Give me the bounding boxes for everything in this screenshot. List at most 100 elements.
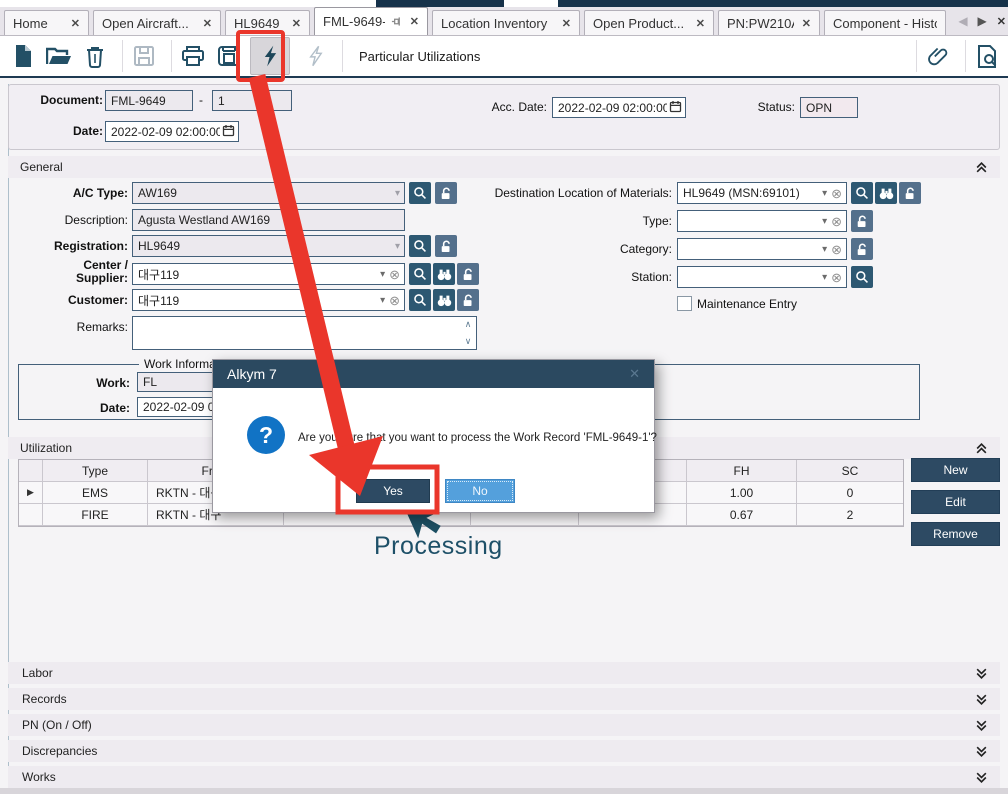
section-works[interactable]: Works bbox=[8, 766, 1000, 788]
clear-icon[interactable]: ⊗ bbox=[831, 243, 846, 256]
tab-scroll-right-icon[interactable]: ▶ bbox=[978, 14, 987, 28]
dialog-title-bar[interactable]: Alkym 7 ✕ bbox=[213, 360, 654, 388]
report-preview-button[interactable] bbox=[972, 41, 1002, 71]
customer-search-button[interactable] bbox=[409, 289, 431, 311]
tab-pn-pw210a[interactable]: PN:PW210A ✕ bbox=[718, 10, 820, 35]
column-header-type[interactable]: Type bbox=[43, 460, 148, 481]
chevron-down-icon[interactable]: ▾ bbox=[818, 216, 831, 227]
category-combo[interactable]: ▾ ⊗ bbox=[677, 238, 847, 260]
center-supplier-search-button[interactable] bbox=[409, 263, 431, 285]
center-supplier-combo[interactable]: 대구119 ▾ ⊗ bbox=[132, 263, 405, 285]
general-section-header[interactable]: General bbox=[8, 156, 1000, 178]
description-field[interactable] bbox=[132, 209, 405, 231]
clear-icon[interactable]: ⊗ bbox=[831, 187, 846, 200]
expand-section-icon[interactable] bbox=[975, 719, 988, 732]
tab-open-product[interactable]: Open Product... ✕ bbox=[584, 10, 714, 35]
customer-lock-button[interactable] bbox=[457, 289, 479, 311]
chevron-down-icon[interactable]: ▾ bbox=[391, 188, 404, 199]
collapse-section-icon[interactable] bbox=[975, 442, 988, 455]
destination-search-button[interactable] bbox=[851, 182, 873, 204]
edit-button[interactable]: Edit bbox=[911, 490, 1000, 514]
tab-close-icon[interactable]: ✕ bbox=[802, 17, 811, 30]
remarks-scrollbar[interactable]: ∧ ∨ bbox=[461, 318, 475, 348]
pin-icon[interactable] bbox=[391, 16, 402, 27]
tab-close-icon[interactable]: ✕ bbox=[71, 17, 80, 30]
clear-icon[interactable]: ⊗ bbox=[389, 268, 404, 281]
tab-fml-9649-1[interactable]: FML-9649-1 ✕ bbox=[314, 7, 428, 35]
tab-close-icon[interactable]: ✕ bbox=[410, 15, 419, 28]
chevron-down-icon[interactable]: ▾ bbox=[391, 241, 404, 252]
registration-search-button[interactable] bbox=[409, 235, 431, 257]
chevron-down-icon[interactable]: ▾ bbox=[818, 272, 831, 283]
tab-scroll-left-icon[interactable]: ◀ bbox=[958, 14, 967, 28]
column-header-selector bbox=[19, 460, 43, 481]
tab-close-icon[interactable]: ✕ bbox=[696, 17, 705, 30]
calendar-icon[interactable] bbox=[222, 124, 236, 138]
section-records[interactable]: Records bbox=[8, 688, 1000, 710]
tab-location-inventory[interactable]: Location Inventory ✕ bbox=[432, 10, 580, 35]
status-field[interactable] bbox=[800, 97, 858, 118]
calendar-icon[interactable] bbox=[669, 100, 683, 114]
column-header-sc[interactable]: SC bbox=[797, 460, 903, 481]
delete-button[interactable] bbox=[80, 41, 110, 71]
acc-date-field[interactable] bbox=[552, 97, 686, 118]
chevron-down-icon[interactable]: ▾ bbox=[376, 295, 389, 306]
print-preview-button[interactable] bbox=[214, 41, 244, 71]
clear-icon[interactable]: ⊗ bbox=[389, 294, 404, 307]
section-pn-on-off[interactable]: PN (On / Off) bbox=[8, 714, 1000, 736]
tab-hl9649[interactable]: HL9649 ✕ bbox=[225, 10, 310, 35]
attachments-button[interactable] bbox=[923, 41, 953, 71]
remove-button[interactable]: Remove bbox=[911, 522, 1000, 546]
unprocess-button[interactable] bbox=[300, 41, 330, 71]
tab-list-close-icon[interactable]: ✕ bbox=[997, 15, 1006, 28]
document-revision-field[interactable] bbox=[212, 90, 292, 111]
tab-close-icon[interactable]: ✕ bbox=[562, 17, 571, 30]
document-number-field[interactable] bbox=[105, 90, 193, 111]
remarks-field[interactable] bbox=[135, 318, 460, 348]
dialog-close-icon[interactable]: ✕ bbox=[629, 366, 640, 382]
tab-home[interactable]: Home ✕ bbox=[4, 10, 89, 35]
chevron-down-icon[interactable]: ▾ bbox=[818, 244, 831, 255]
ac-type-search-button[interactable] bbox=[409, 182, 431, 204]
chevron-down-icon[interactable]: ▾ bbox=[376, 269, 389, 280]
process-button[interactable] bbox=[250, 37, 290, 75]
type-combo[interactable]: ▾ ⊗ bbox=[677, 210, 847, 232]
tab-close-icon[interactable]: ✕ bbox=[292, 17, 301, 30]
destination-find-button[interactable] bbox=[875, 182, 897, 204]
tab-open-aircraft[interactable]: Open Aircraft... ✕ bbox=[93, 10, 221, 35]
customer-find-button[interactable] bbox=[433, 289, 455, 311]
section-labor[interactable]: Labor bbox=[8, 662, 1000, 684]
date-field[interactable] bbox=[105, 121, 239, 142]
destination-combo[interactable]: HL9649 (MSN:69101) ▾ ⊗ bbox=[677, 182, 847, 204]
scroll-up-icon[interactable]: ∧ bbox=[465, 319, 472, 330]
registration-combo[interactable]: HL9649 ▾ bbox=[132, 235, 405, 257]
type-lock-button[interactable] bbox=[851, 210, 873, 232]
save-button[interactable] bbox=[129, 41, 159, 71]
section-discrepancies[interactable]: Discrepancies bbox=[8, 740, 1000, 762]
no-button[interactable]: No bbox=[445, 479, 515, 503]
tab-close-icon[interactable]: ✕ bbox=[203, 17, 212, 30]
collapse-section-icon[interactable] bbox=[975, 161, 988, 174]
expand-section-icon[interactable] bbox=[975, 745, 988, 758]
destination-lock-button[interactable] bbox=[899, 182, 921, 204]
category-lock-button[interactable] bbox=[851, 238, 873, 260]
expand-section-icon[interactable] bbox=[975, 667, 988, 680]
new-document-button[interactable] bbox=[8, 41, 38, 71]
clear-icon[interactable]: ⊗ bbox=[831, 215, 846, 228]
tab-component-history[interactable]: Component - Histo... bbox=[824, 10, 946, 35]
customer-combo[interactable]: 대구119 ▾ ⊗ bbox=[132, 289, 405, 311]
ac-type-combo[interactable]: AW169 ▾ bbox=[132, 182, 405, 204]
scroll-down-icon[interactable]: ∨ bbox=[465, 336, 472, 347]
column-header-fh[interactable]: FH bbox=[687, 460, 797, 481]
new-button[interactable]: New bbox=[911, 458, 1000, 482]
expand-section-icon[interactable] bbox=[975, 693, 988, 706]
yes-button[interactable]: Yes bbox=[356, 479, 430, 503]
clear-icon[interactable]: ⊗ bbox=[831, 271, 846, 284]
station-combo[interactable]: ▾ ⊗ bbox=[677, 266, 847, 288]
open-button[interactable] bbox=[44, 41, 74, 71]
maintenance-entry-checkbox[interactable] bbox=[677, 296, 692, 311]
chevron-down-icon[interactable]: ▾ bbox=[818, 188, 831, 199]
expand-section-icon[interactable] bbox=[975, 771, 988, 784]
print-button[interactable] bbox=[178, 41, 208, 71]
station-search-button[interactable] bbox=[851, 266, 873, 288]
